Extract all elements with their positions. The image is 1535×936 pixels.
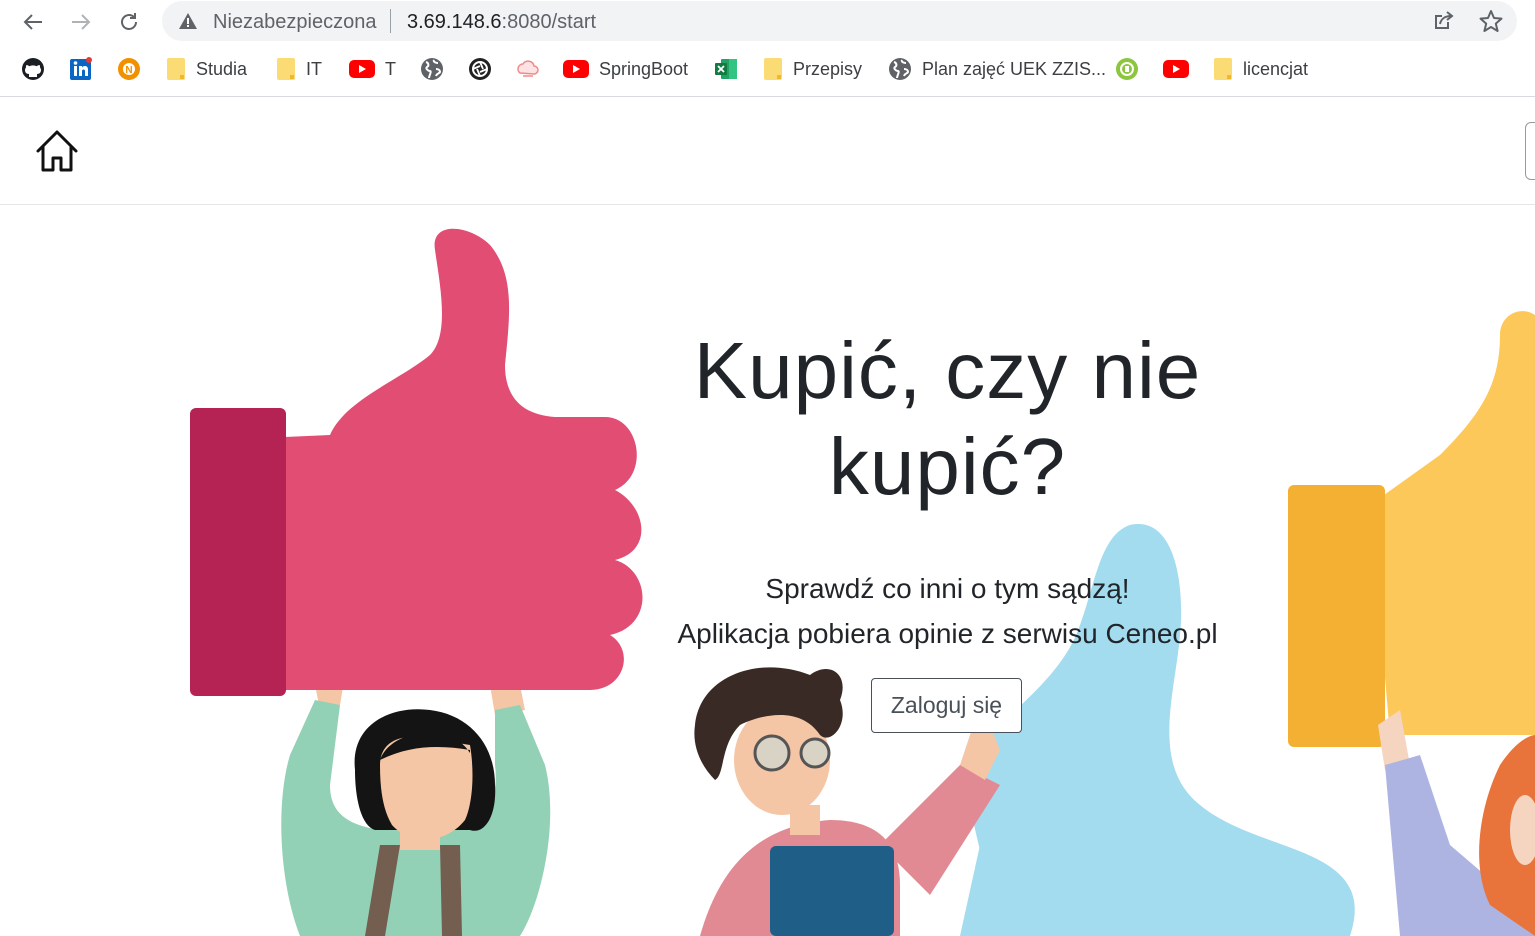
home-link[interactable] — [34, 129, 80, 173]
url-text: 3.69.148.6:8080/start — [407, 11, 596, 34]
share-icon[interactable] — [1433, 10, 1455, 32]
bookmark-label: SpringBoot — [599, 58, 689, 79]
bookmark-star-icon[interactable] — [1479, 9, 1503, 33]
bookmark-label: T — [385, 58, 396, 79]
linkedin-icon — [70, 57, 92, 80]
bookmark-przepisy[interactable]: Przepisy — [763, 56, 862, 82]
security-label: Niezabezpieczona — [213, 11, 377, 33]
address-separator — [390, 9, 391, 33]
globe-icon — [421, 58, 443, 80]
green-badge-icon — [1116, 58, 1138, 80]
girl-left-illustration — [281, 665, 551, 936]
navbar-toggler-edge[interactable] — [1525, 122, 1535, 180]
pink-thumb-illustration — [190, 228, 643, 696]
login-button[interactable]: Zaloguj się — [871, 678, 1022, 733]
bookmark-excel[interactable] — [714, 56, 738, 82]
youtube-icon — [563, 60, 589, 78]
bookmark-aperture[interactable] — [468, 56, 492, 82]
bookmark-label: Studia — [196, 58, 248, 79]
youtube-icon — [1163, 60, 1189, 78]
hero-title-line-2: kupić? — [828, 422, 1067, 511]
hero-subtitle-line-2: Aplikacja pobiera opinie z serwisu Ceneo… — [677, 618, 1218, 649]
url-host: 3.69.148.6 — [407, 11, 502, 33]
bookmark-label: licencjat — [1243, 58, 1309, 79]
site-navbar — [0, 97, 1535, 205]
bookmark-nn[interactable]: N — [117, 56, 141, 82]
bookmark-label: Przepisy — [793, 58, 863, 79]
bookmark-youtube[interactable] — [1163, 56, 1189, 82]
hero-subtitle: Sprawdź co inni o tym sądzą! Aplikacja p… — [620, 566, 1275, 656]
github-icon — [22, 58, 44, 80]
bookmarks-bar: N Studia IT T SpringBoot Przepisy Plan z… — [0, 44, 1535, 97]
cloud-icon — [517, 60, 539, 77]
nn-icon: N — [118, 58, 140, 80]
youtube-icon — [349, 60, 375, 78]
globe-icon — [889, 58, 911, 80]
bookmark-green-badge[interactable] — [1115, 56, 1139, 82]
folder-icon — [764, 58, 782, 80]
home-icon — [36, 130, 78, 172]
aperture-icon — [469, 58, 491, 80]
bookmark-label: IT — [306, 58, 322, 79]
bookmark-studia[interactable]: Studia — [166, 56, 247, 82]
bookmark-github[interactable] — [21, 56, 45, 82]
address-bar[interactable]: Niezabezpieczona 3.69.148.6:8080/start — [162, 1, 1517, 41]
reload-icon — [121, 13, 137, 30]
folder-icon — [167, 58, 185, 80]
bookmark-t[interactable]: T — [349, 56, 396, 82]
bookmark-cloud[interactable] — [516, 56, 540, 82]
excel-icon — [715, 59, 737, 79]
bookmark-licencjat[interactable]: licencjat — [1213, 56, 1308, 82]
arrow-left-icon — [23, 14, 42, 30]
warning-icon — [179, 13, 197, 29]
forward-button[interactable] — [66, 7, 96, 37]
arrow-right-icon — [72, 14, 91, 30]
url-path: :8080/start — [501, 11, 597, 33]
bookmark-linkedin[interactable] — [69, 56, 93, 82]
bookmark-globe-1[interactable] — [420, 56, 444, 82]
bookmark-label: Plan zajęć UEK ZZIS... — [922, 58, 1107, 79]
hero-subtitle-line-1: Sprawdź co inni o tym sądzą! — [765, 573, 1130, 604]
bookmark-it[interactable]: IT — [276, 56, 322, 82]
bookmark-plan-zajec[interactable]: Plan zajęć UEK ZZIS... — [888, 56, 1106, 82]
hero-title-line-1: Kupić, czy nie — [693, 326, 1202, 415]
svg-text:N: N — [125, 65, 132, 76]
browser-toolbar: Niezabezpieczona 3.69.148.6:8080/start — [0, 0, 1535, 44]
yellow-thumb-illustration — [1288, 311, 1535, 747]
back-button[interactable] — [18, 7, 48, 37]
reload-button[interactable] — [114, 7, 144, 37]
bookmark-springboot[interactable]: SpringBoot — [563, 56, 688, 82]
folder-icon — [277, 58, 295, 80]
hero-title: Kupić, czy nie kupić? — [660, 323, 1235, 515]
girl-right-illustration — [1378, 710, 1535, 936]
hero-section: Kupić, czy nie kupić? Sprawdź co inni o t… — [0, 205, 1535, 936]
folder-icon — [1214, 58, 1232, 80]
